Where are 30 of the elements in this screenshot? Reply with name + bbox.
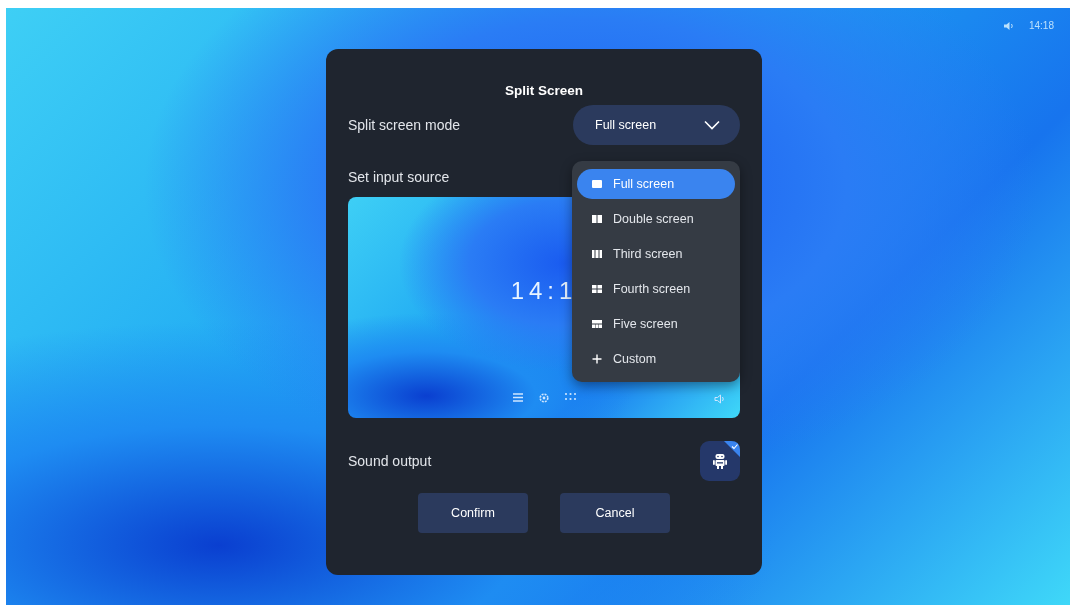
menu-icon (511, 392, 524, 403)
plus-icon (591, 353, 603, 365)
mode-dropdown[interactable]: Full screen (573, 105, 740, 145)
five-panes-icon (591, 318, 603, 330)
check-corner-icon (724, 441, 740, 457)
dialog-title: Split Screen (504, 83, 584, 100)
menu-item[interactable]: Double screen (577, 204, 735, 234)
settings-icon (537, 392, 550, 404)
grid-icon (563, 392, 577, 401)
menu-item[interactable]: Full screen (577, 169, 735, 199)
chevron-icon (704, 120, 720, 130)
clock-time: 14:18 (1028, 20, 1054, 31)
field-label: Set input source (348, 169, 450, 185)
field-label: Split screen mode (348, 117, 461, 133)
speaker-icon (714, 394, 726, 404)
menu-item[interactable]: Custom (577, 344, 735, 374)
menu-item[interactable]: Fourth screen (577, 274, 735, 304)
four-panes-icon (591, 283, 603, 295)
preview-clock: 14:1 (510, 277, 578, 305)
three-panes-icon (591, 248, 603, 260)
two-panes-icon (591, 213, 603, 225)
robot-icon (712, 452, 728, 470)
menu-item[interactable]: Five screen (577, 309, 735, 339)
sound-device-button[interactable] (700, 441, 740, 481)
dialog-button[interactable]: Confirm (418, 493, 528, 533)
dialog-button[interactable]: Cancel (560, 493, 670, 533)
field-label: Sound output (348, 453, 432, 469)
full-screen-icon (591, 178, 603, 190)
speaker-icon[interactable] (1002, 20, 1015, 31)
menu-item[interactable]: Third screen (577, 239, 735, 269)
